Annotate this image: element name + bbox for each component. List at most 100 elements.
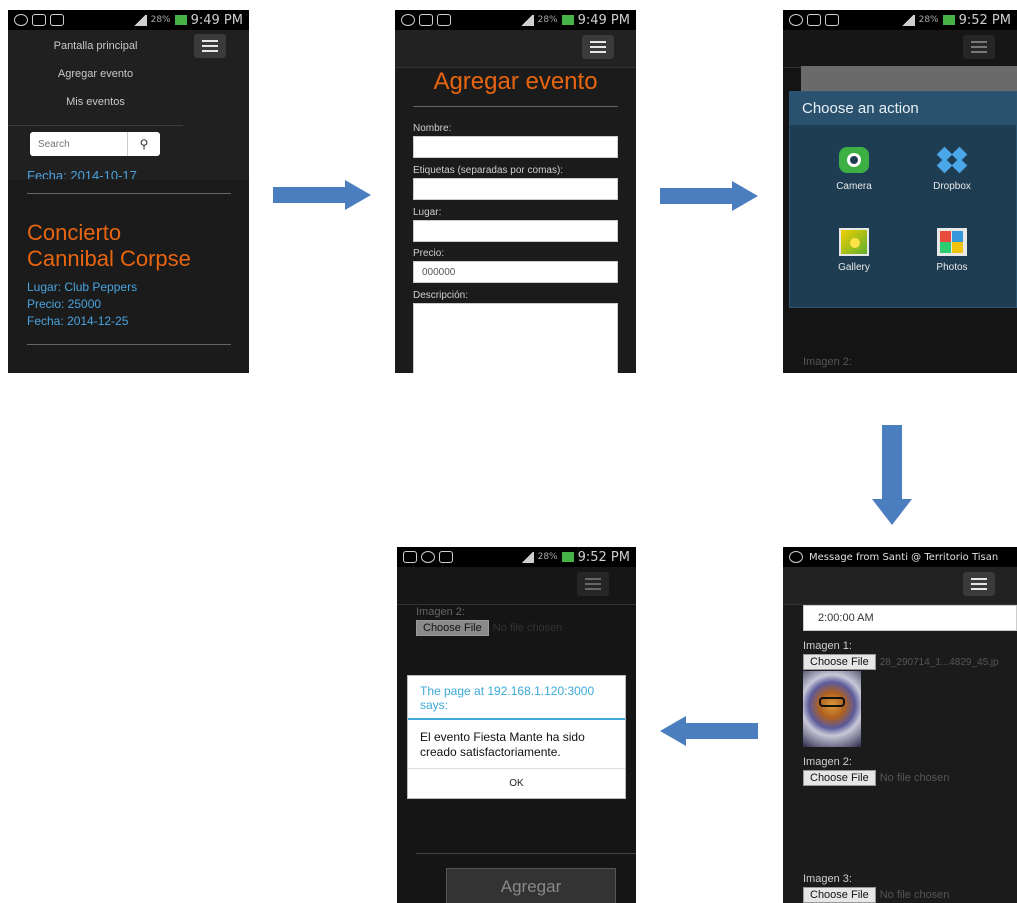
status-bar: 28% 9:52 PM: [397, 547, 636, 567]
whatsapp-icon: [789, 14, 803, 26]
app-dropbox[interactable]: Dropbox: [912, 146, 992, 192]
camera-icon: [839, 147, 869, 173]
screen-success-alert: 28% 9:52 PM Imagen 2: Choose File No file…: [397, 547, 636, 903]
tags-input[interactable]: [413, 178, 618, 200]
app-camera-label: Camera: [836, 181, 872, 192]
alert-dialog: The page at 192.168.1.120:3000 says: El …: [407, 675, 626, 799]
image1-filename: 28_290714_1...4829_45.jp: [879, 656, 999, 668]
event-date: Fecha: 2014-12-25: [27, 314, 129, 328]
app-camera[interactable]: Camera: [814, 147, 894, 192]
dropbox-icon: [50, 14, 64, 26]
image3-label: Imagen 3:: [803, 873, 852, 885]
dropbox-icon: [439, 551, 453, 563]
signal-icon: [132, 14, 147, 26]
signal-icon: [519, 14, 534, 26]
screen-image-upload: Message from Santi @ Territorio Tisan 2:…: [783, 547, 1017, 903]
photos-app-icon: [937, 228, 967, 256]
battery-icon: [561, 15, 574, 25]
image2-no-file: No file chosen: [492, 622, 563, 634]
menu-item-main[interactable]: Pantalla principal: [8, 40, 183, 52]
gallery-icon: [403, 551, 417, 563]
dialog-title: Choose an action: [790, 92, 1016, 125]
place-input[interactable]: [413, 220, 618, 242]
clock: 9:52 PM: [577, 549, 630, 565]
arrow-left-icon: [660, 716, 758, 746]
search-icon[interactable]: ⚲: [128, 132, 160, 156]
page-title: Agregar evento: [433, 68, 598, 95]
alert-ok-button[interactable]: OK: [408, 769, 625, 799]
status-bar: 28% 9:49 PM: [395, 10, 636, 30]
menu-toggle-button[interactable]: [963, 572, 995, 596]
choose-file-button-1[interactable]: Choose File: [803, 654, 876, 670]
clock: 9:49 PM: [190, 12, 243, 28]
image2-label: Imagen 2:: [803, 356, 852, 368]
navbar: [397, 567, 636, 605]
navbar: [783, 30, 1017, 68]
whatsapp-icon: [421, 551, 435, 563]
image1-label: Imagen 1:: [803, 640, 852, 652]
search-input[interactable]: [30, 132, 128, 156]
price-input[interactable]: 000000: [413, 261, 618, 283]
tags-label: Etiquetas (separadas por comas):: [413, 165, 564, 176]
image2-label: Imagen 2:: [416, 606, 465, 618]
dropbox-icon: [437, 14, 451, 26]
choose-file-button[interactable]: Choose File: [416, 620, 489, 636]
menu-toggle-button[interactable]: [582, 35, 614, 59]
choose-file-button-3[interactable]: Choose File: [803, 887, 876, 903]
event-title-line1: Concierto: [27, 220, 122, 245]
app-photos[interactable]: Photos: [912, 228, 992, 273]
battery-icon: [561, 552, 574, 562]
menu-toggle-button[interactable]: [577, 572, 609, 596]
gallery-icon: [807, 14, 821, 26]
notification-bar: Message from Santi @ Territorio Tisan: [783, 547, 1017, 567]
screen-choose-action: 28% 9:52 PM Choose an action Camera Dropb…: [783, 10, 1017, 373]
alert-title: The page at 192.168.1.120:3000 says:: [408, 676, 625, 720]
event-place: Lugar: Club Peppers: [27, 280, 138, 294]
place-label: Lugar:: [413, 207, 442, 218]
battery-icon: [942, 15, 955, 25]
menu-toggle-button[interactable]: [963, 35, 995, 59]
menu-item-my-events[interactable]: Mis eventos: [8, 96, 183, 108]
battery-level: 28%: [537, 552, 558, 562]
image1-thumbnail: [803, 671, 861, 747]
signal-icon: [519, 551, 534, 563]
search-box: ⚲: [30, 132, 160, 156]
submit-button[interactable]: Agregar: [446, 868, 616, 903]
menu-toggle-button[interactable]: [194, 34, 226, 58]
gallery-app-icon: [839, 228, 869, 256]
alert-message: El evento Fiesta Mante ha sido creado sa…: [420, 730, 585, 759]
screen-main-menu: 28% 9:49 PM Pantalla principal Agregar ev…: [8, 10, 249, 373]
dropbox-icon: [825, 14, 839, 26]
clock: 9:49 PM: [577, 12, 630, 28]
event-title: Concierto Cannibal Corpse: [27, 220, 191, 272]
app-dropbox-label: Dropbox: [933, 181, 971, 192]
price-label: Precio:: [413, 248, 445, 259]
whatsapp-icon: [789, 551, 803, 563]
image2-label: Imagen 2:: [803, 756, 852, 768]
prev-event-date: Fecha: 2014-10-17: [27, 168, 137, 179]
notification-text: Message from Santi @ Territorio Tisan: [809, 551, 999, 563]
battery-level: 28%: [918, 15, 939, 25]
description-label: Descripción:: [413, 290, 469, 301]
menu-item-add-event[interactable]: Agregar evento: [8, 68, 183, 80]
description-textarea[interactable]: [413, 303, 618, 373]
screen-add-event: 28% 9:49 PM Agregar evento Nombre: Etique…: [395, 10, 636, 373]
app-gallery-label: Gallery: [838, 262, 870, 273]
choose-action-dialog: Choose an action Camera Dropbox Gallery: [789, 91, 1017, 308]
dropbox-app-icon: [936, 146, 968, 174]
battery-icon: [174, 15, 187, 25]
image3-no-file: No file chosen: [879, 889, 950, 901]
arrow-right-icon: [273, 180, 371, 210]
navbar: [783, 567, 1017, 605]
app-gallery[interactable]: Gallery: [814, 228, 894, 273]
arrow-down-icon: [872, 425, 912, 525]
gallery-icon: [419, 14, 433, 26]
name-label: Nombre:: [413, 123, 452, 134]
arrow-right-icon: [660, 181, 758, 211]
choose-file-button-2[interactable]: Choose File: [803, 770, 876, 786]
status-bar: 28% 9:49 PM: [8, 10, 249, 30]
time-input[interactable]: 2:00:00 AM: [803, 605, 1017, 631]
whatsapp-icon: [401, 14, 415, 26]
battery-level: 28%: [537, 15, 558, 25]
name-input[interactable]: [413, 136, 618, 158]
